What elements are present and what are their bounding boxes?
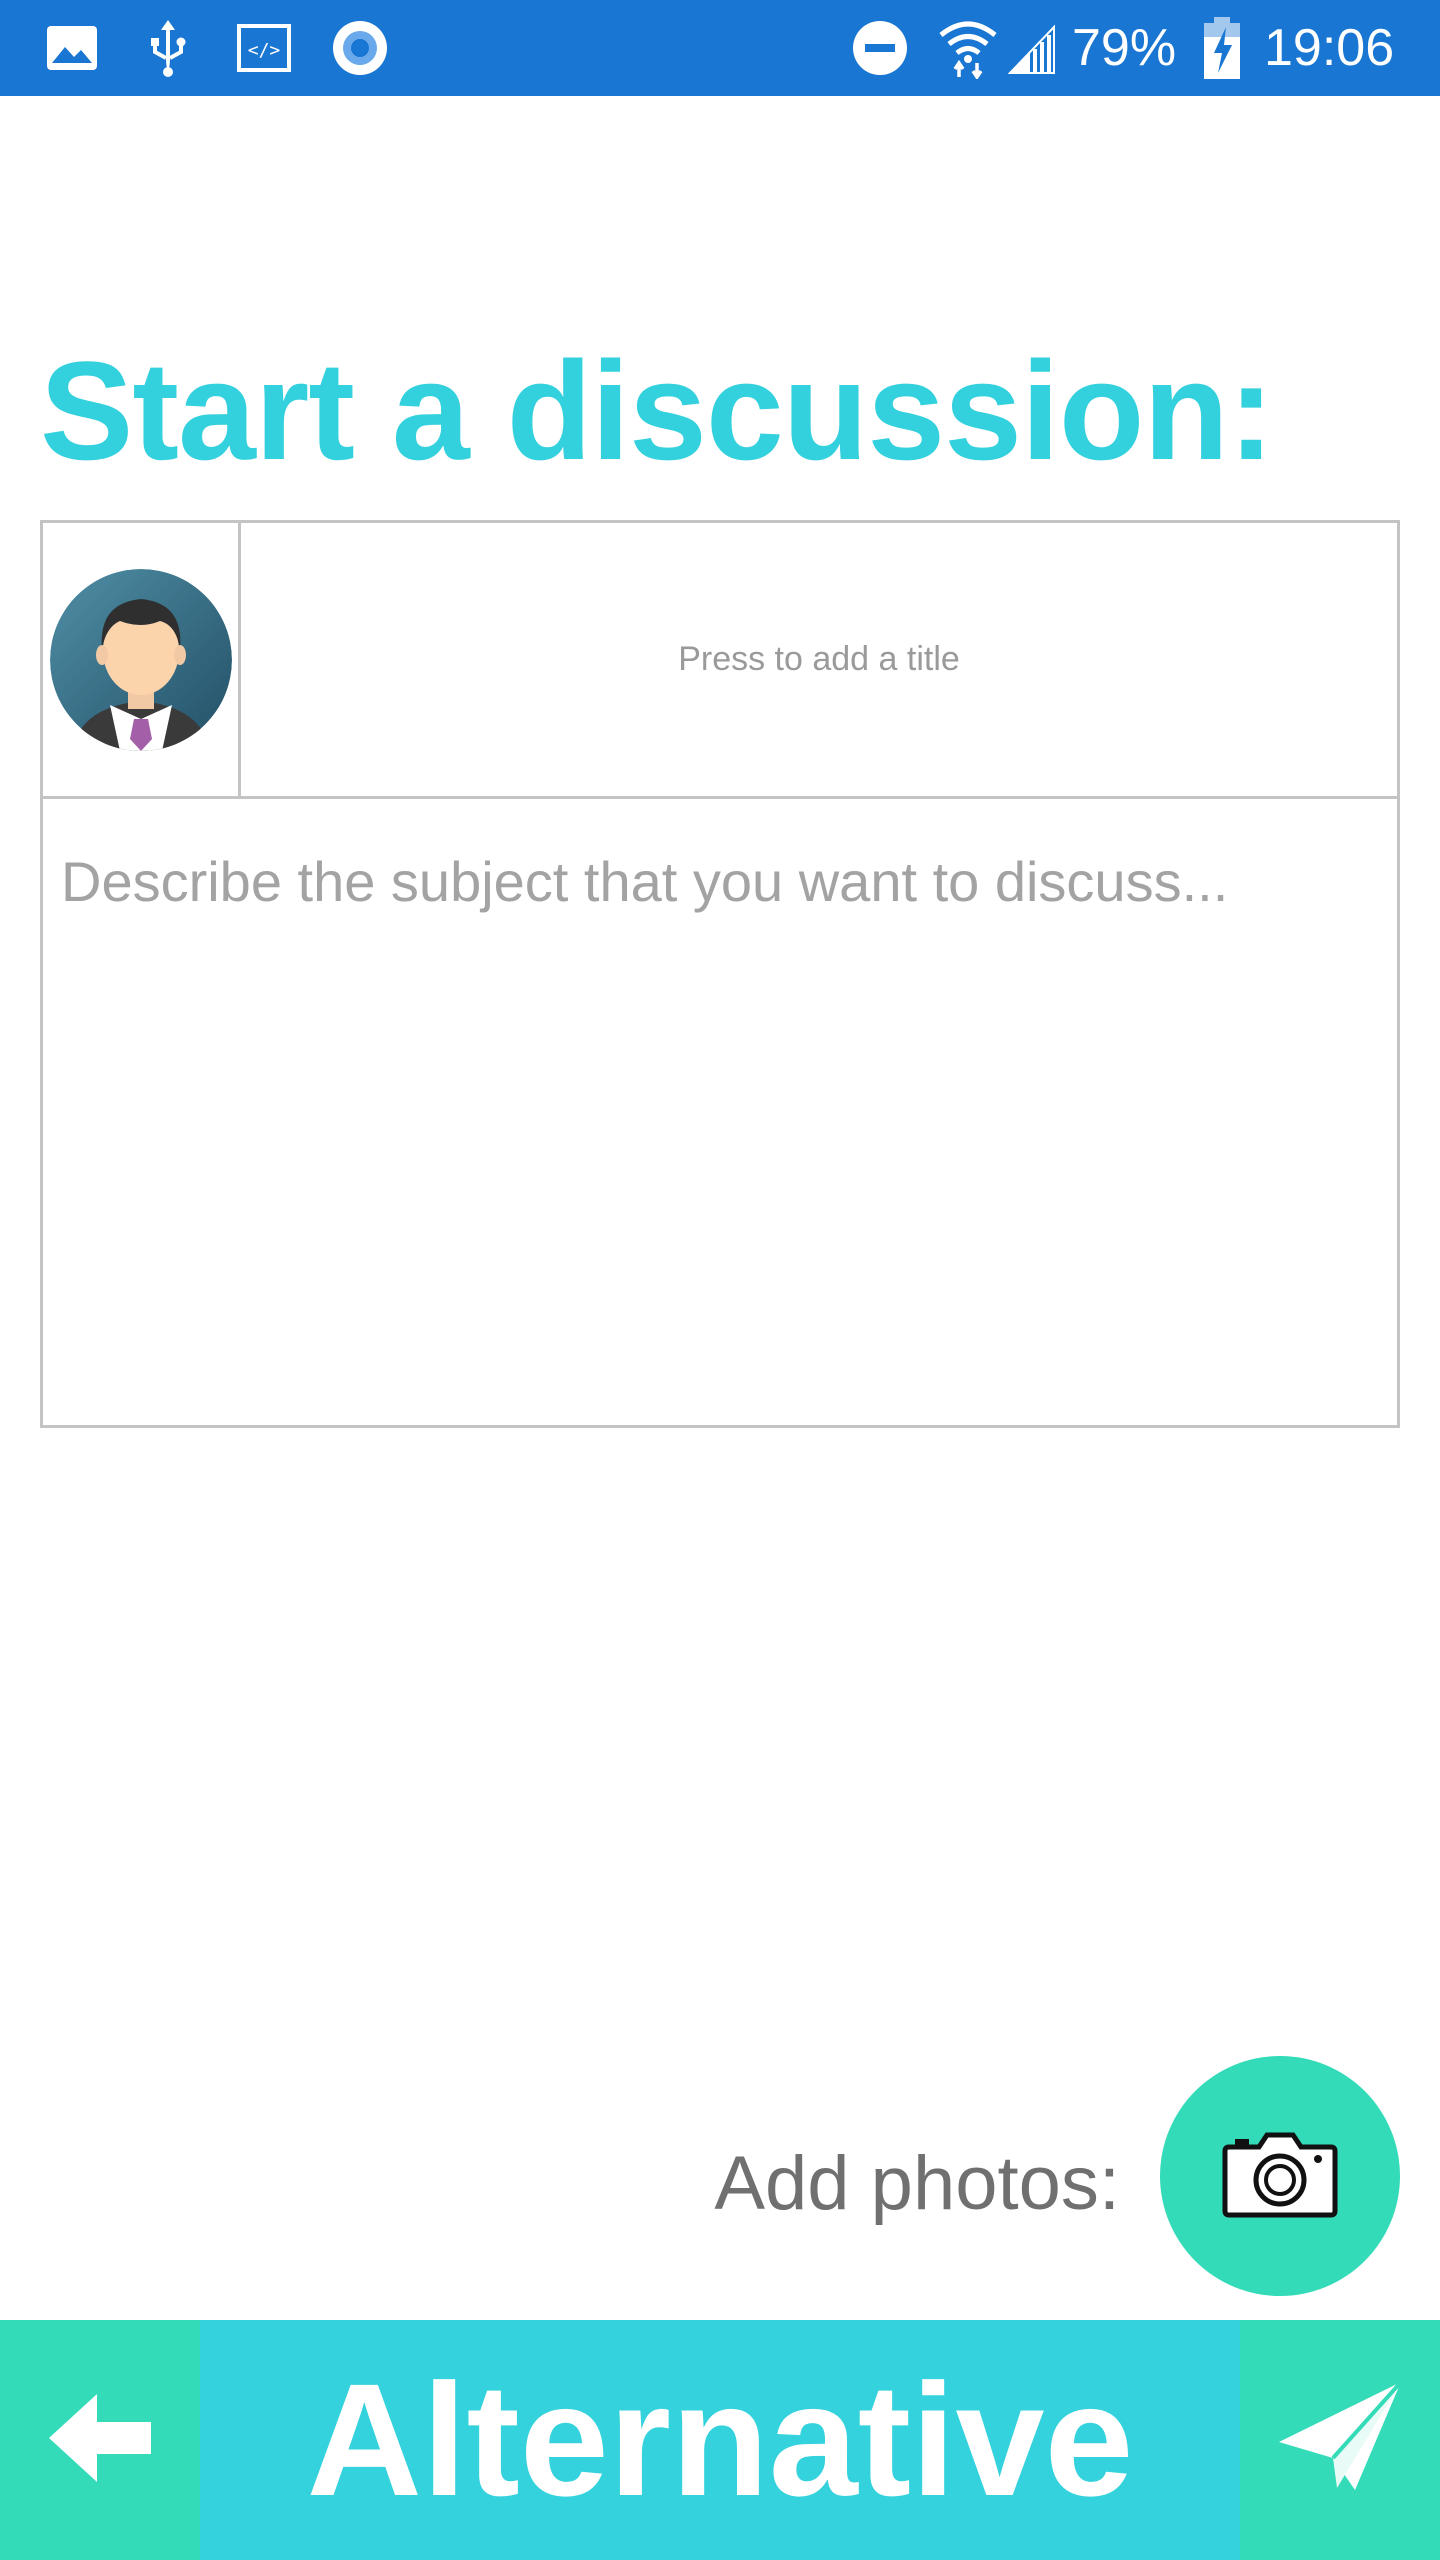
camera-icon	[1221, 2129, 1339, 2224]
radio-icon	[330, 0, 390, 96]
svg-text:</>: </>	[248, 40, 281, 61]
page-title: Start a discussion:	[40, 332, 1275, 489]
battery-percent: 79%	[1072, 19, 1177, 77]
image-icon	[44, 0, 100, 96]
discussion-form	[40, 520, 1400, 1428]
paper-plane-icon	[1275, 2378, 1405, 2503]
code-icon: </>	[236, 0, 292, 96]
send-button[interactable]	[1240, 2320, 1440, 2560]
description-input[interactable]	[43, 799, 1397, 1425]
wifi-icon	[936, 0, 1000, 96]
avatar-cell	[43, 523, 241, 796]
user-avatar-icon[interactable]	[50, 569, 232, 751]
clock: 19:06	[1264, 19, 1395, 77]
add-photos-label: Add photos:	[714, 2141, 1120, 2226]
usb-icon	[140, 0, 196, 96]
bottom-bar-title: Alternative	[306, 2350, 1134, 2529]
back-button[interactable]	[0, 2320, 200, 2560]
arrow-left-icon	[45, 2388, 155, 2493]
signal-icon	[1004, 0, 1060, 96]
title-row	[43, 523, 1397, 799]
discussion-screen: </> 79% 19:06 Start a discussion: Press …	[0, 0, 1440, 2560]
do-not-disturb-icon	[850, 0, 910, 96]
add-photo-button[interactable]	[1160, 2056, 1400, 2296]
battery-charging-icon	[1200, 0, 1244, 96]
status-bar: </> 79% 19:06	[0, 0, 1440, 96]
title-input[interactable]	[241, 523, 1397, 796]
bottom-bar: Alternative	[0, 2320, 1440, 2560]
bottom-title-area: Alternative	[200, 2320, 1240, 2560]
